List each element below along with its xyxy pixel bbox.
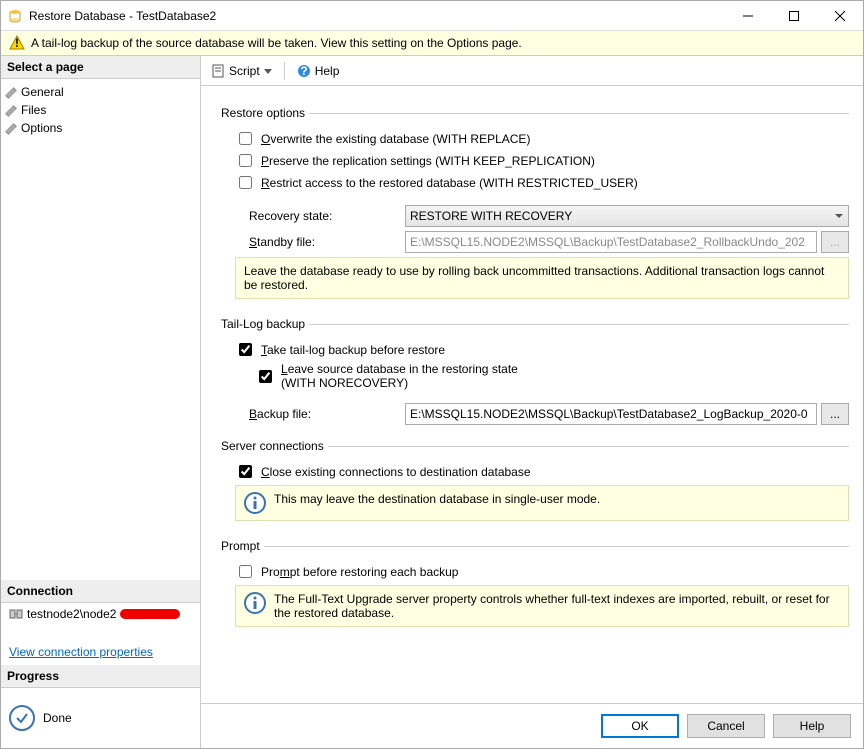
maximize-button[interactable] — [771, 1, 817, 30]
preserve-label: Preserve the replication settings (WITH … — [261, 154, 595, 168]
select-page-header: Select a page — [1, 56, 200, 79]
take-taillog-label: Take tail-log backup before restore — [261, 343, 445, 357]
backup-file-input[interactable] — [405, 403, 817, 425]
standby-file-label: Standby file: — [235, 235, 405, 249]
info-icon — [244, 592, 266, 614]
recovery-state-label: Recovery state: — [235, 209, 405, 223]
help-button[interactable]: ? Help — [293, 62, 344, 80]
overwrite-checkbox[interactable] — [239, 132, 252, 145]
preserve-checkbox[interactable] — [239, 154, 252, 167]
cancel-button[interactable]: Cancel — [687, 714, 765, 738]
server-connections-legend: Server connections — [221, 439, 328, 453]
connection-text: testnode2\node2 — [27, 607, 116, 621]
progress-body: Done — [1, 688, 200, 748]
script-icon — [211, 64, 225, 78]
prompt-group: Prompt Prompt before restoring each back… — [221, 539, 849, 637]
server-conn-note: This may leave the destination database … — [235, 485, 849, 521]
recovery-state-select[interactable]: RESTORE WITH RECOVERY — [405, 205, 849, 227]
app-icon — [7, 8, 23, 24]
info-icon — [244, 492, 266, 514]
leave-restoring-label: Leave source database in the restoring s… — [281, 362, 518, 390]
dialog-footer: OK Cancel Help — [201, 703, 863, 748]
prompt-label: Prompt before restoring each backup — [261, 565, 458, 579]
prompt-note: The Full-Text Upgrade server property co… — [235, 585, 849, 627]
titlebar: Restore Database - TestDatabase2 — [1, 1, 863, 31]
page-files[interactable]: Files — [1, 101, 200, 119]
toolbar: Script ? Help — [201, 56, 863, 86]
restore-database-window: Restore Database - TestDatabase2 ! A tai… — [0, 0, 864, 749]
backup-browse-button[interactable]: ... — [821, 403, 849, 425]
backup-file-label: Backup file: — [235, 407, 405, 421]
page-options[interactable]: Options — [1, 119, 200, 137]
redacted — [120, 609, 180, 619]
view-connection-properties-link[interactable]: View connection properties — [9, 645, 153, 659]
restrict-checkbox[interactable] — [239, 176, 252, 189]
sidebar: Select a page General Files Options Conn… — [1, 56, 201, 748]
help-button-footer[interactable]: Help — [773, 714, 851, 738]
prompt-legend: Prompt — [221, 539, 264, 553]
recovery-note: Leave the database ready to use by rolli… — [235, 257, 849, 299]
close-connections-checkbox[interactable] — [239, 465, 252, 478]
restore-options-legend: Restore options — [221, 106, 309, 120]
overwrite-label: Overwrite the existing database (WITH RE… — [261, 132, 530, 146]
take-taillog-checkbox[interactable] — [239, 343, 252, 356]
standby-browse-button: ... — [821, 231, 849, 253]
prompt-checkbox[interactable] — [239, 565, 252, 578]
close-connections-label: Close existing connections to destinatio… — [261, 465, 531, 479]
restrict-label: Restrict access to the restored database… — [261, 176, 638, 190]
warning-icon: ! — [9, 35, 25, 51]
connection-info: testnode2\node2 — [1, 603, 200, 625]
warning-bar: ! A tail-log backup of the source databa… — [1, 31, 863, 56]
progress-header: Progress — [1, 665, 200, 688]
svg-text:?: ? — [300, 64, 307, 78]
taillog-legend: Tail-Log backup — [221, 317, 309, 331]
script-button[interactable]: Script — [207, 62, 276, 80]
restore-options-group: Restore options Overwrite the existing d… — [221, 106, 849, 309]
ok-button[interactable]: OK — [601, 714, 679, 738]
window-title: Restore Database - TestDatabase2 — [29, 9, 725, 23]
help-icon: ? — [297, 64, 311, 78]
connection-header: Connection — [1, 580, 200, 603]
minimize-button[interactable] — [725, 1, 771, 30]
progress-text: Done — [43, 711, 72, 725]
server-icon — [9, 607, 23, 621]
page-general[interactable]: General — [1, 83, 200, 101]
close-button[interactable] — [817, 1, 863, 30]
standby-file-input — [405, 231, 817, 253]
warning-text: A tail-log backup of the source database… — [31, 36, 522, 50]
done-icon — [9, 705, 35, 731]
server-connections-group: Server connections Close existing connec… — [221, 439, 849, 531]
chevron-down-icon — [264, 67, 272, 75]
svg-text:!: ! — [15, 36, 19, 50]
taillog-group: Tail-Log backup Take tail-log backup bef… — [221, 317, 849, 431]
leave-restoring-checkbox[interactable] — [259, 370, 272, 383]
